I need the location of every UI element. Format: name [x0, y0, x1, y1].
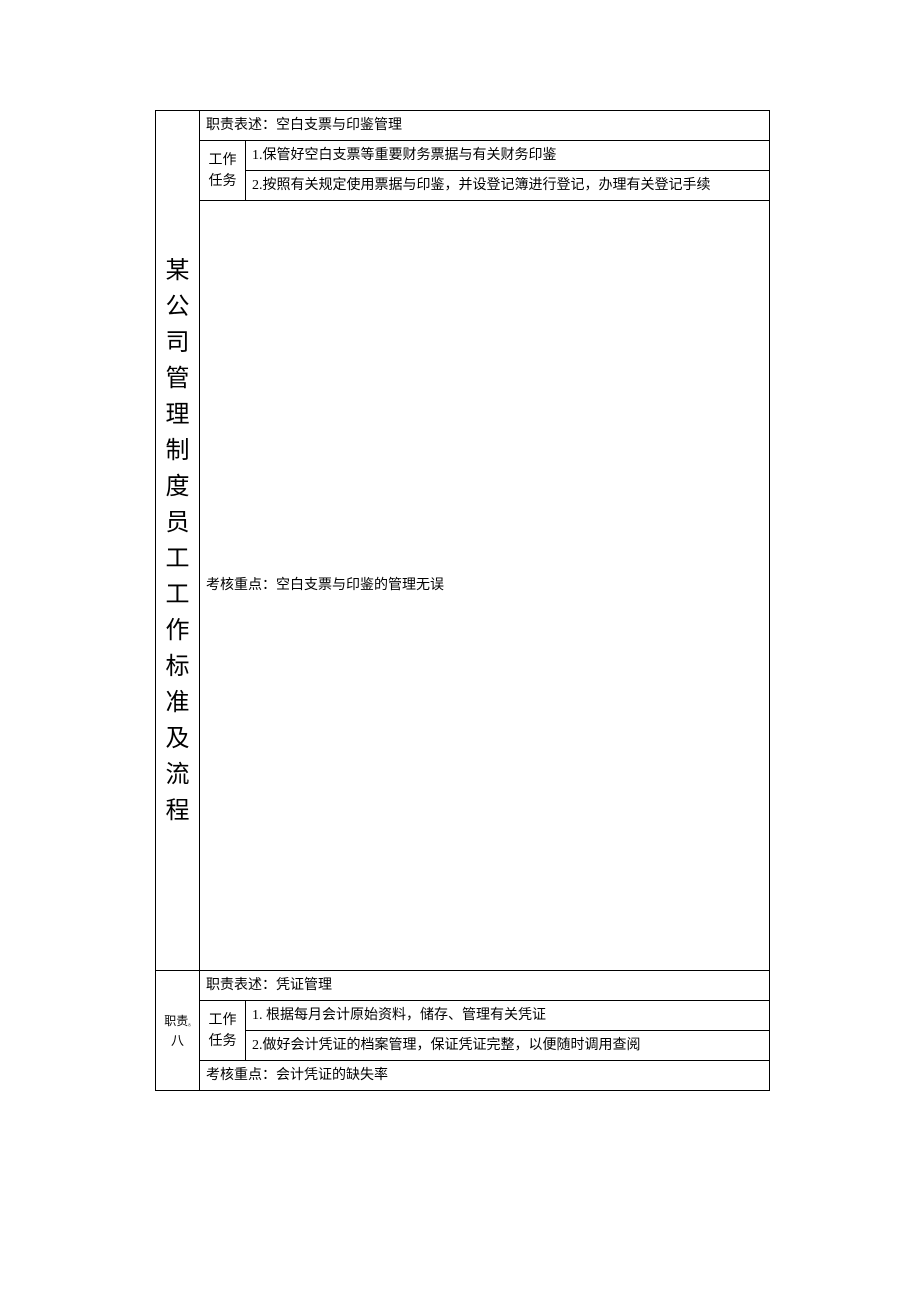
- section2-task2: 2.做好会计凭证的档案管理，保证凭证完整，以便随时调用查阅: [246, 1031, 770, 1061]
- section1-task1: 1.保管好空白支票等重要财务票据与有关财务印鉴: [246, 141, 770, 171]
- main-table: 某公司管理制度员工工作标准及流程 职责表述：空白支票与印鉴管理 工作任务 1.保…: [155, 110, 770, 1091]
- section1-assessment: 考核重点：空白支票与印鉴的管理无误: [200, 201, 770, 971]
- section2-left-label-line1: 职责: [164, 1014, 188, 1028]
- section2-task-label: 工作任务: [200, 1001, 246, 1061]
- section1-duty-description: 职责表述：空白支票与印鉴管理: [200, 111, 770, 141]
- section2-left-label-line2: 八: [171, 1033, 184, 1048]
- section1-task2: 2.按照有关规定使用票据与印鉴，并设登记簿进行登记，办理有关登记手续: [246, 171, 770, 201]
- section2-task1: 1. 根据每月会计原始资料，储存、管理有关凭证: [246, 1001, 770, 1031]
- section1-task-label: 工作任务: [200, 141, 246, 201]
- vertical-title-text: 某公司管理制度员工工作标准及流程: [162, 253, 193, 829]
- section2-duty-description: 职责表述：凭证管理: [200, 971, 770, 1001]
- vertical-title-cell: 某公司管理制度员工工作标准及流程: [156, 111, 200, 971]
- section2-assessment: 考核重点：会计凭证的缺失率: [200, 1061, 770, 1091]
- document-page: 某公司管理制度员工工作标准及流程 职责表述：空白支票与印鉴管理 工作任务 1.保…: [0, 0, 920, 1091]
- section2-left-label: 职责₈ 八: [156, 971, 200, 1091]
